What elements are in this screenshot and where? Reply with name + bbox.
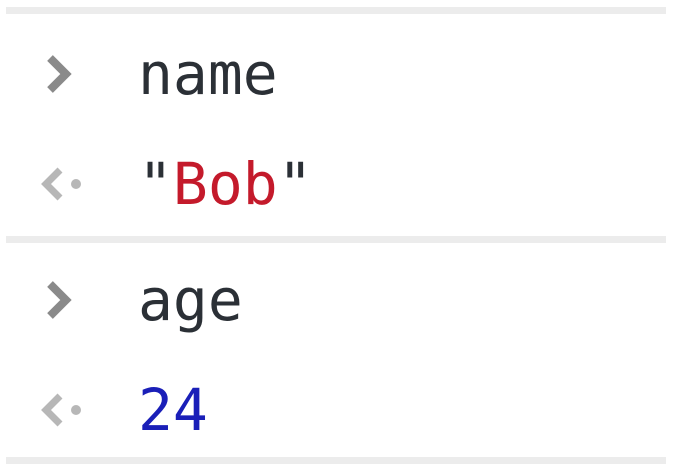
console-input-text: name — [138, 40, 278, 108]
console-output-number: 24 — [138, 376, 208, 444]
entry-divider — [6, 236, 666, 243]
bottom-divider — [6, 457, 666, 464]
console-input-text: age — [138, 266, 243, 334]
console-output-row: "Bob" — [0, 134, 676, 234]
console-output-row: 24 — [0, 360, 676, 460]
string-open-quote: " — [138, 150, 173, 218]
return-arrow-icon — [38, 134, 98, 234]
console-output-string: "Bob" — [138, 134, 313, 234]
chevron-right-icon — [38, 250, 98, 350]
top-divider — [6, 7, 666, 14]
console-panel: { "console": { "entries": [ { "input": {… — [0, 0, 676, 469]
chevron-right-icon — [38, 24, 98, 124]
console-input-row[interactable]: name — [0, 24, 676, 124]
return-arrow-icon — [38, 360, 98, 460]
string-value: Bob — [172, 150, 278, 218]
console-input-row[interactable]: age — [0, 250, 676, 350]
string-close-quote: " — [277, 150, 313, 218]
